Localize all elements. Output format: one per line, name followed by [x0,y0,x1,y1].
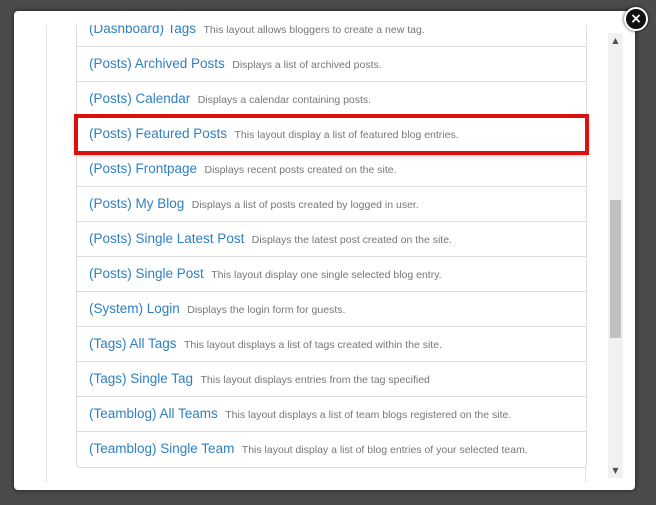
list-item-dashboard-tags[interactable]: (Dashboard) Tags This layout allows blog… [77,25,586,47]
close-button[interactable]: × [624,7,648,31]
list-item-description: This layout displays a list of tags crea… [184,339,442,351]
list-item-title[interactable]: (Tags) All Tags [89,336,177,351]
list-item-system-login[interactable]: (System) Login Displays the login form f… [77,292,586,327]
list-item-description: This layout display a list of blog entri… [241,444,528,456]
list-item-teamblog-single-team[interactable]: (Teamblog) Single Team This layout displ… [77,432,586,467]
list-item-title[interactable]: (Posts) Single Latest Post [89,231,244,246]
list-item-description: Displays the latest post created on the … [251,234,452,246]
vertical-scrollbar[interactable]: ▲ ▼ [608,33,623,478]
list-item-title[interactable]: (Dashboard) Tags [89,25,196,36]
list-item-title[interactable]: (Posts) Frontpage [89,161,197,176]
list-item-title[interactable]: (System) Login [89,301,180,316]
scroll-up-arrow-icon[interactable]: ▲ [608,33,623,48]
list-item-teamblog-all-teams[interactable]: (Teamblog) All Teams This layout display… [77,397,586,432]
content-panel: (Dashboard) Tags This layout allows blog… [46,25,589,482]
list-item-description: This layout displays entries from the ta… [200,374,430,386]
list-item-title[interactable]: (Posts) Archived Posts [89,56,225,71]
list-item-tags-single-tag[interactable]: (Tags) Single Tag This layout displays e… [77,362,586,397]
list-item-posts-calendar[interactable]: (Posts) Calendar Displays a calendar con… [77,82,586,117]
list-item-description: Displays a list of posts created by logg… [191,199,419,211]
list-item-posts-frontpage[interactable]: (Posts) Frontpage Displays recent posts … [77,152,586,187]
list-item-description: This layout display a list of featured b… [234,129,459,141]
list-item-title[interactable]: (Posts) Single Post [89,266,204,281]
scroll-down-arrow-icon[interactable]: ▼ [608,463,623,478]
list-item-posts-my-blog[interactable]: (Posts) My Blog Displays a list of posts… [77,187,586,222]
list-item-description: This layout displays a list of team blog… [225,409,512,421]
scrollbar-thumb[interactable] [610,200,621,339]
list-item-title[interactable]: (Posts) My Blog [89,196,184,211]
list-item-posts-archived-posts[interactable]: (Posts) Archived Posts Displays a list o… [77,47,586,82]
list-item-title[interactable]: (Tags) Single Tag [89,371,193,386]
list-item-description: This layout allows bloggers to create a … [203,25,425,36]
close-icon: × [630,11,642,27]
list-item-title[interactable]: (Posts) Featured Posts [89,126,227,141]
list-item-title[interactable]: (Teamblog) Single Team [89,441,234,456]
list-item-description: Displays a list of archived posts. [232,59,382,71]
list-item-description: Displays recent posts created on the sit… [204,164,397,176]
list-item-description: Displays the login form for guests. [187,304,346,316]
menu-layout-dialog: (Dashboard) Tags This layout allows blog… [14,11,635,490]
list-item-tags-all-tags[interactable]: (Tags) All Tags This layout displays a l… [77,327,586,362]
list-item-description: Displays a calendar containing posts. [197,94,372,106]
list-item-title[interactable]: (Posts) Calendar [89,91,190,106]
list-item-description: This layout display one single selected … [211,269,442,281]
list-item-title[interactable]: (Teamblog) All Teams [89,406,218,421]
list-item-posts-featured-posts[interactable]: (Posts) Featured Posts This layout displ… [74,114,589,155]
list-item-posts-single-post[interactable]: (Posts) Single Post This layout display … [77,257,586,292]
layout-list-frame: (Dashboard) Tags This layout allows blog… [30,25,624,482]
list-item-posts-single-latest-post[interactable]: (Posts) Single Latest Post Displays the … [77,222,586,257]
layout-list: (Dashboard) Tags This layout allows blog… [74,25,589,468]
